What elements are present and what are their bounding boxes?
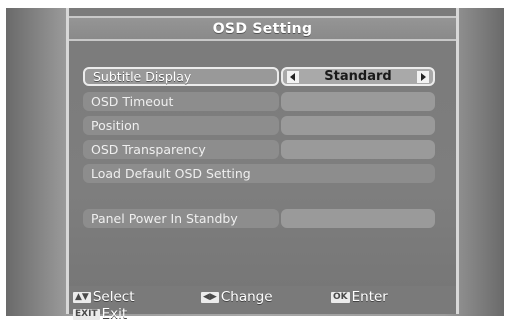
menu-item-label: Load Default OSD Setting [91, 166, 251, 181]
menu-item-load-default-osd-setting[interactable]: Load Default OSD Setting [83, 164, 435, 183]
exit-key-icon: EXIT [73, 308, 100, 320]
subtitle-display-value: Standard [324, 69, 392, 84]
hint-select-label: Select [92, 289, 135, 305]
up-down-key-icon: ▲▼ [73, 291, 91, 303]
ok-key-icon: OK [331, 291, 350, 303]
menu-row-panel-power-standby[interactable]: Panel Power In Standby [83, 209, 449, 228]
menu-item-label: Panel Power In Standby [91, 211, 238, 226]
hint-enter-label: Enter [351, 289, 388, 305]
menu-item-subtitle-display[interactable]: Subtitle Display [83, 67, 279, 86]
menu-item-panel-power-in-standby[interactable]: Panel Power In Standby [83, 209, 279, 228]
position-value [281, 116, 435, 135]
menu-row-load-default[interactable]: Load Default OSD Setting [83, 164, 449, 183]
menu-item-label: OSD Timeout [91, 94, 174, 109]
menu-item-osd-timeout[interactable]: OSD Timeout [83, 92, 279, 111]
key-hint-bar: ▲▼ Select ◀▶ Change OK Enter EXIT Exit [69, 286, 456, 322]
left-right-key-icon: ◀▶ [201, 291, 219, 303]
menu-item-label: Subtitle Display [93, 69, 192, 84]
menu-row-osd-transparency[interactable]: OSD Transparency [83, 140, 449, 159]
arrow-left-icon[interactable] [287, 70, 299, 83]
arrow-right-icon[interactable] [417, 70, 429, 83]
menu-item-position[interactable]: Position [83, 116, 279, 135]
hint-enter: OK Enter [331, 289, 388, 305]
menu-item-label: OSD Transparency [91, 142, 206, 157]
panel-title: OSD Setting [212, 20, 313, 37]
panel-power-standby-value [281, 209, 435, 228]
osd-setting-panel: OSD Setting Subtitle Display Standard OS… [66, 8, 459, 322]
menu-item-osd-transparency[interactable]: OSD Transparency [83, 140, 279, 159]
osd-transparency-value [281, 140, 435, 159]
menu-row-subtitle-display[interactable]: Subtitle Display Standard [83, 67, 449, 86]
hint-change: ◀▶ Change [201, 289, 273, 305]
tv-screen: OSD Setting Subtitle Display Standard OS… [0, 0, 510, 322]
menu-row-position[interactable]: Position [83, 116, 449, 135]
menu-item-label: Position [91, 118, 140, 133]
hint-change-label: Change [220, 289, 273, 305]
menu-row-osd-timeout[interactable]: OSD Timeout [83, 92, 449, 111]
subtitle-display-selector[interactable]: Standard [281, 67, 435, 86]
hint-exit-label: Exit [101, 306, 128, 322]
osd-timeout-value [281, 92, 435, 111]
title-bar: OSD Setting [69, 16, 456, 41]
hint-exit: EXIT Exit [73, 306, 127, 322]
hint-select: ▲▼ Select [73, 289, 135, 305]
